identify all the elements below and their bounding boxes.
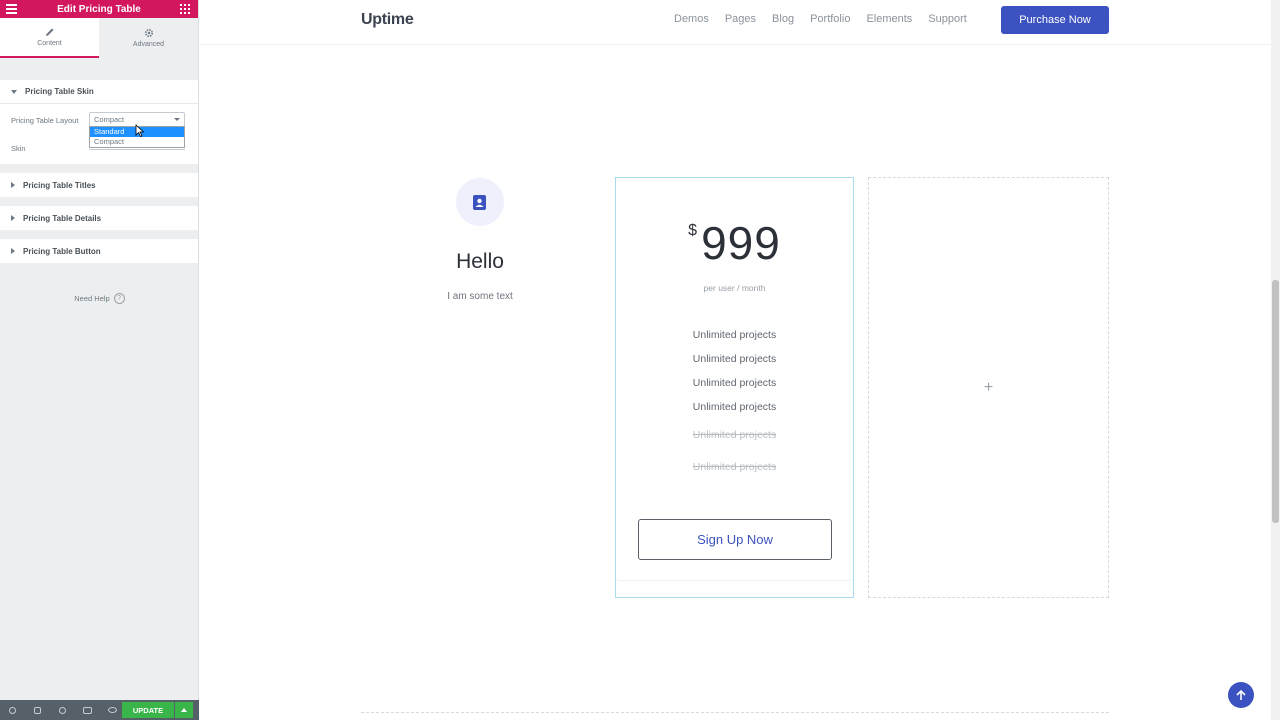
nav-link-portfolio[interactable]: Portfolio [810,13,850,25]
update-options-button[interactable] [175,702,193,718]
layout-label: Pricing Table Layout [11,116,79,125]
list-item: Unlimited projects [692,401,777,413]
pencil-icon [45,28,53,36]
page-preview: Uptime Demos Pages Blog Portfolio Elemen… [200,0,1271,720]
sign-up-button[interactable]: Sign Up Now [638,519,832,560]
price: $999 [616,216,853,270]
nav-link-demos[interactable]: Demos [674,13,709,25]
sidebar-footer: UPDATE [0,700,199,720]
update-button[interactable]: UPDATE [122,702,174,718]
list-item: Unlimited projects [692,329,777,341]
feature-list: Unlimited projects Unlimited projects Un… [616,323,853,483]
collapsed-sections: Pricing Table Titles Pricing Table Detai… [0,173,198,263]
main-nav: Demos Pages Blog Portfolio Elements Supp… [674,13,983,25]
feature-text: I am some text [447,291,513,302]
nav-link-pages[interactable]: Pages [725,13,756,25]
feature-box: Hello I am some text [400,178,560,302]
apps-grid-icon[interactable] [180,4,190,14]
skin-section-body: Pricing Table Layout Compact Standard Co… [0,104,198,164]
settings-icon[interactable] [0,700,25,720]
caret-down-icon [11,89,17,94]
nav-link-elements[interactable]: Elements [866,13,912,25]
chevron-down-icon [174,118,180,121]
history-icon[interactable] [50,700,75,720]
tab-content-label: Content [37,40,62,47]
tab-content[interactable]: Content [0,18,99,58]
sidebar-header: Edit Pricing Table [0,0,198,18]
skin-section: Pricing Table Skin Pricing Table Layout … [0,80,198,164]
nav-link-support[interactable]: Support [928,13,967,25]
page-scrollbar[interactable] [1271,0,1280,720]
skin-label: Skin [11,144,26,153]
sidebar-title: Edit Pricing Table [57,3,141,15]
section-titles-label: Pricing Table Titles [23,180,96,190]
help-icon: ? [113,293,125,304]
site-logo[interactable]: Uptime [361,11,414,29]
scroll-to-top-button[interactable] [1228,682,1254,708]
empty-column[interactable]: + [868,177,1109,598]
scrollbar-thumb[interactable] [1272,280,1279,523]
site-header: Uptime Demos Pages Blog Portfolio Elemen… [200,0,1271,45]
section-titles[interactable]: Pricing Table Titles [0,173,198,197]
sidebar-tabs: Content Advanced [0,18,198,58]
need-help-label: Need Help [74,294,110,303]
section-button-label: Pricing Table Button [23,246,101,256]
layout-select-value: Compact [94,115,125,124]
list-item-disabled: Unlimited projects [692,429,777,441]
skin-section-title: Pricing Table Skin [25,87,94,96]
caret-right-icon [11,182,15,188]
responsive-icon[interactable] [75,700,100,720]
layers-icon[interactable] [25,700,50,720]
price-currency: $ [688,222,698,239]
feature-title: Hello [456,250,504,273]
need-help-link[interactable]: Need Help ? [0,293,199,304]
nav-link-blog[interactable]: Blog [772,13,794,25]
chevron-up-icon [181,708,187,712]
caret-right-icon [11,215,15,221]
purchase-now-button[interactable]: Purchase Now [1001,6,1109,34]
list-item: Unlimited projects [692,353,777,365]
caret-right-icon [11,248,15,254]
section-button[interactable]: Pricing Table Button [0,239,198,263]
gear-icon [144,28,153,38]
tab-advanced-label: Advanced [132,41,165,48]
section-details-label: Pricing Table Details [23,213,102,223]
tab-advanced[interactable]: Advanced [99,18,198,58]
skin-section-header[interactable]: Pricing Table Skin [0,80,198,104]
dropdown-option-compact[interactable]: Compact [90,137,184,147]
contact-card-icon [456,178,504,226]
mouse-cursor-icon [135,124,145,137]
price-amount: 999 [701,217,781,269]
list-item-disabled: Unlimited projects [692,461,777,473]
hamburger-icon[interactable] [6,4,17,14]
pricing-table-inner: $999 per user / month Unlimited projects… [616,178,853,581]
next-section-placeholder [361,712,1109,720]
list-item: Unlimited projects [692,377,777,389]
app-root: Edit Pricing Table Content Advanced Pric… [0,0,1280,720]
editor-sidebar: Edit Pricing Table Content Advanced Pric… [0,0,199,720]
arrow-up-icon [1236,689,1246,700]
add-element-icon[interactable]: + [984,379,993,397]
pricing-table[interactable]: $999 per user / month Unlimited projects… [615,177,854,598]
section-details[interactable]: Pricing Table Details [0,206,198,230]
price-period: per user / month [703,283,766,293]
